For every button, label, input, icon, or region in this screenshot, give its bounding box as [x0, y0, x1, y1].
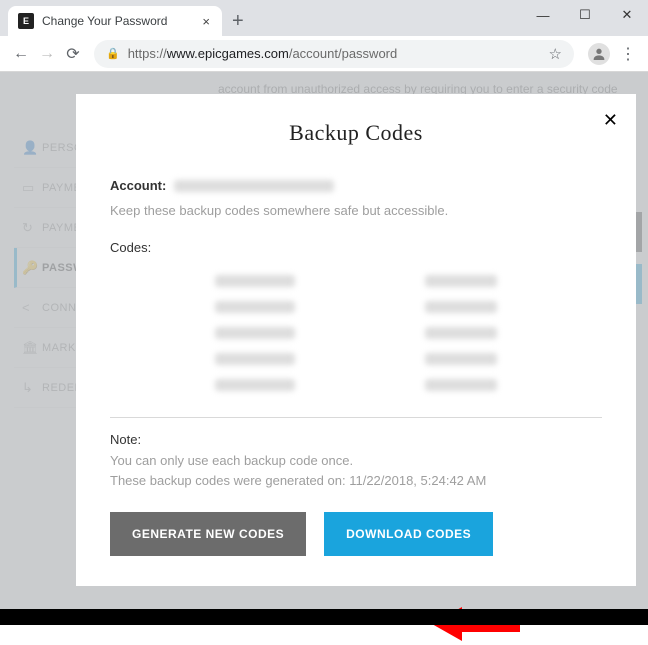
page-footer-bar [0, 609, 648, 625]
codes-grid [110, 275, 602, 391]
codes-label: Codes: [110, 240, 602, 255]
backup-code-redacted [215, 327, 295, 339]
tab-title: Change Your Password [42, 14, 200, 28]
window-close-icon[interactable]: ✕ [606, 0, 648, 30]
back-button[interactable]: ← [8, 41, 34, 67]
backup-code-redacted [425, 275, 497, 287]
menu-kebab-icon[interactable]: ⋮ [616, 44, 640, 64]
address-bar: ← → ⟳ 🔒 https://www.epicgames.com/accoun… [0, 36, 648, 72]
note-label: Note: [110, 432, 602, 447]
tab-strip: E Change Your Password × + — ☐ ✕ [0, 0, 648, 36]
url-input[interactable]: 🔒 https://www.epicgames.com/account/pass… [94, 40, 574, 68]
profile-avatar-icon[interactable] [588, 43, 610, 65]
backup-code-redacted [215, 301, 295, 313]
reload-button[interactable]: ⟳ [60, 41, 86, 67]
backup-code-redacted [425, 327, 497, 339]
modal-title: Backup Codes [110, 120, 602, 146]
backup-code-redacted [215, 379, 295, 391]
epic-favicon: E [18, 13, 34, 29]
account-line: Account: [110, 178, 602, 193]
backup-code-redacted [425, 301, 497, 313]
close-tab-icon[interactable]: × [200, 14, 212, 29]
browser-chrome: E Change Your Password × + — ☐ ✕ ← → ⟳ 🔒… [0, 0, 648, 72]
bookmark-star-icon[interactable]: ☆ [549, 45, 562, 63]
modal-divider [110, 417, 602, 418]
lock-icon: 🔒 [106, 47, 120, 60]
note-text: You can only use each backup code once. … [110, 451, 602, 490]
backup-code-redacted [215, 353, 295, 365]
backup-codes-modal: ✕ Backup Codes Account: Keep these backu… [76, 94, 636, 586]
generate-new-codes-button[interactable]: GENERATE NEW CODES [110, 512, 306, 556]
backup-code-redacted [425, 353, 497, 365]
window-minimize-icon[interactable]: — [522, 0, 564, 30]
window-maximize-icon[interactable]: ☐ [564, 0, 606, 30]
new-tab-button[interactable]: + [222, 6, 254, 36]
backup-code-redacted [215, 275, 295, 287]
forward-button[interactable]: → [34, 41, 60, 67]
close-icon[interactable]: ✕ [603, 110, 618, 131]
browser-tab[interactable]: E Change Your Password × [8, 6, 222, 36]
download-codes-button[interactable]: DOWNLOAD CODES [324, 512, 493, 556]
page-content: account from unauthorized access by requ… [0, 72, 648, 625]
backup-code-redacted [425, 379, 497, 391]
account-value-redacted [174, 180, 334, 192]
modal-hint: Keep these backup codes somewhere safe b… [110, 203, 602, 218]
